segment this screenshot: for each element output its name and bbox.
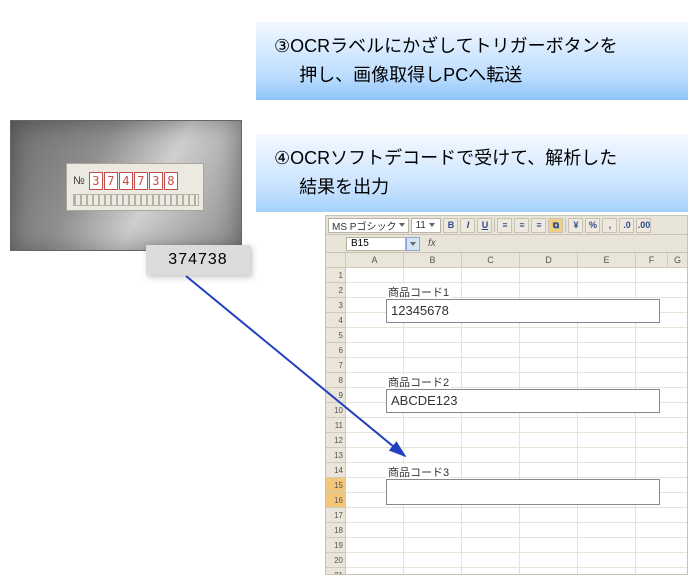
merge-cells-button[interactable]: ⧉ — [548, 218, 563, 233]
row-cells[interactable] — [346, 523, 687, 538]
ocr-photo-frame: № 3 7 4 7 3 8 — [10, 120, 242, 251]
divider — [494, 218, 495, 232]
percent-button[interactable]: % — [585, 218, 600, 233]
ocr-label-top: № 3 7 4 7 3 8 — [73, 170, 178, 192]
row-header[interactable]: 20 — [326, 553, 346, 568]
row-header[interactable]: 19 — [326, 538, 346, 553]
row-header[interactable]: 5 — [326, 328, 346, 343]
callout-step-4: ④OCRソフトデコードで受けて、解析した 結果を出力 — [256, 134, 688, 212]
callout-3-line-2: 押し、画像取得しPCへ転送 — [274, 61, 674, 90]
font-name-value: MS Pゴシック — [332, 218, 396, 233]
input-code2[interactable]: ABCDE123 — [386, 389, 660, 413]
col-header[interactable]: A — [346, 253, 404, 268]
row-cells[interactable] — [346, 433, 687, 448]
callout-step-3: ③OCRラベルにかざしてトリガーボタンを 押し、画像取得しPCへ転送 — [256, 22, 688, 100]
align-left-button[interactable]: ≡ — [497, 218, 512, 233]
ocr-digit: 8 — [164, 172, 178, 190]
select-all-corner[interactable] — [326, 253, 346, 268]
chevron-down-icon — [410, 242, 416, 246]
row-cells[interactable] — [346, 358, 687, 373]
col-header[interactable]: F — [636, 253, 668, 268]
row-header[interactable]: 9 — [326, 388, 346, 403]
row-cells[interactable] — [346, 538, 687, 553]
row-header[interactable]: 14 — [326, 463, 346, 478]
row-header[interactable]: 10 — [326, 403, 346, 418]
decrease-decimal-button[interactable]: .00 — [636, 218, 651, 233]
divider — [565, 218, 566, 232]
row-cells[interactable] — [346, 568, 687, 575]
cell-label-code1: 商品コード1 — [386, 284, 451, 300]
excel-grid[interactable]: A B C D E F G 12345678910111213141516171… — [325, 253, 688, 575]
ocr-label-ruler — [73, 194, 199, 206]
row-header[interactable]: 15 — [326, 478, 346, 493]
row-header[interactable]: 2 — [326, 283, 346, 298]
row-header[interactable]: 3 — [326, 298, 346, 313]
row-header[interactable]: 13 — [326, 448, 346, 463]
col-header[interactable]: B — [404, 253, 462, 268]
row-cells[interactable] — [346, 328, 687, 343]
column-headers: A B C D E F G — [326, 253, 687, 268]
ocr-label-prefix: № — [73, 175, 85, 187]
row-header[interactable]: 6 — [326, 343, 346, 358]
excel-toolbar: MS Pゴシック 11 B I U ≡ ≡ ≡ ⧉ ¥ % , .0 .00 — [325, 215, 688, 235]
name-box-dropdown[interactable] — [406, 237, 420, 251]
input-code1[interactable]: 12345678 — [386, 299, 660, 323]
row-cells[interactable] — [346, 268, 687, 283]
align-center-button[interactable]: ≡ — [514, 218, 529, 233]
col-header[interactable]: G — [668, 253, 688, 268]
row-header[interactable]: 16 — [326, 493, 346, 508]
col-header[interactable]: D — [520, 253, 578, 268]
row-header[interactable]: 8 — [326, 373, 346, 388]
ocr-label: № 3 7 4 7 3 8 — [66, 163, 204, 211]
row-header[interactable]: 18 — [326, 523, 346, 538]
cell-label-code2: 商品コード2 — [386, 374, 451, 390]
row-header[interactable]: 11 — [326, 418, 346, 433]
callout-4-line-2: 結果を出力 — [274, 173, 674, 202]
ocr-digit: 3 — [89, 172, 103, 190]
comma-button[interactable]: , — [602, 218, 617, 233]
increase-decimal-button[interactable]: .0 — [619, 218, 634, 233]
align-right-button[interactable]: ≡ — [531, 218, 546, 233]
row-header[interactable]: 7 — [326, 358, 346, 373]
ocr-photo: № 3 7 4 7 3 8 — [10, 120, 242, 251]
row-header[interactable]: 17 — [326, 508, 346, 523]
ocr-digit: 7 — [134, 172, 148, 190]
currency-button[interactable]: ¥ — [568, 218, 583, 233]
row-header[interactable]: 4 — [326, 313, 346, 328]
ocr-readout: 374738 — [146, 245, 250, 275]
col-header[interactable]: E — [578, 253, 636, 268]
ocr-label-digits: 3 7 4 7 3 8 — [89, 172, 178, 190]
ocr-digit: 3 — [149, 172, 163, 190]
excel-formula-bar: B15 fx — [325, 235, 688, 253]
italic-button[interactable]: I — [460, 218, 475, 233]
col-header[interactable]: C — [462, 253, 520, 268]
chevron-down-icon — [429, 223, 435, 227]
font-size-value: 11 — [415, 220, 425, 231]
row-cells[interactable] — [346, 508, 687, 523]
ocr-digit: 7 — [104, 172, 118, 190]
callout-3-line-1: ③OCRラベルにかざしてトリガーボタンを — [274, 32, 674, 61]
row-cells[interactable] — [346, 418, 687, 433]
row-header[interactable]: 1 — [326, 268, 346, 283]
ocr-digit: 4 — [119, 172, 133, 190]
bold-button[interactable]: B — [443, 218, 458, 233]
row-cells[interactable] — [346, 448, 687, 463]
callout-4-line-1: ④OCRソフトデコードで受けて、解析した — [274, 144, 674, 173]
row-cells[interactable] — [346, 553, 687, 568]
row-header[interactable]: 21 — [326, 568, 346, 575]
row-header[interactable]: 12 — [326, 433, 346, 448]
input-code3[interactable] — [386, 479, 660, 505]
cell-label-code3: 商品コード3 — [386, 464, 451, 480]
font-name-select[interactable]: MS Pゴシック — [328, 218, 409, 233]
row-cells[interactable] — [346, 343, 687, 358]
chevron-down-icon — [399, 223, 405, 227]
font-size-select[interactable]: 11 — [411, 218, 441, 233]
fx-icon[interactable]: fx — [428, 238, 436, 249]
underline-button[interactable]: U — [477, 218, 492, 233]
name-box[interactable]: B15 — [346, 237, 406, 251]
